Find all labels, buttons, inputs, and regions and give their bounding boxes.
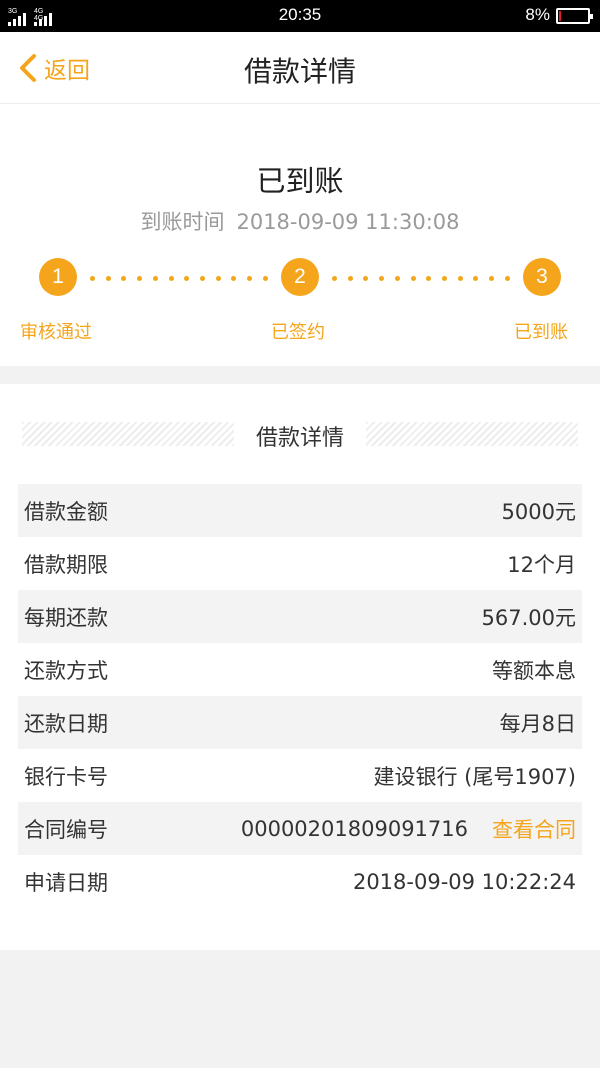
detail-row-method: 还款方式 等额本息 xyxy=(18,643,582,696)
detail-label: 还款日期 xyxy=(24,711,108,736)
contract-number: 00000201809091716 xyxy=(240,816,468,841)
step-circle-3: 3 xyxy=(523,258,561,296)
detail-value: 2018-09-09 10:22:24 xyxy=(352,869,576,894)
detail-row-bank-card: 银行卡号 建设银行 (尾号1907) xyxy=(18,749,582,802)
arrival-time-value: 2018-09-09 11:30:08 xyxy=(236,210,460,234)
step-connector xyxy=(90,276,268,282)
step-circle-2: 2 xyxy=(281,258,319,296)
nav-bar: 返回 借款详情 xyxy=(0,32,600,104)
battery-level xyxy=(559,11,561,21)
detail-row-contract: 合同编号 00000201809091716 查看合同 xyxy=(18,802,582,855)
detail-label: 每期还款 xyxy=(24,605,108,630)
detail-label: 还款方式 xyxy=(24,658,108,683)
detail-row-term: 借款期限 12个月 xyxy=(18,537,582,590)
detail-value: 每月8日 xyxy=(499,711,576,736)
detail-value: 5000元 xyxy=(501,499,576,524)
detail-value: 12个月 xyxy=(507,552,576,577)
detail-label: 借款金额 xyxy=(24,499,108,524)
detail-row-installment: 每期还款 567.00元 xyxy=(18,590,582,643)
battery-icon xyxy=(556,8,593,24)
status-title: 已到账 xyxy=(256,164,344,198)
divider xyxy=(366,422,578,446)
status-bar: 3G 4G 4G 20:35 8% xyxy=(0,0,600,32)
step-label-1: 审核通过 xyxy=(20,322,92,343)
arrival-time: 到账时间 2018-09-09 11:30:08 xyxy=(0,206,600,236)
detail-value: 567.00元 xyxy=(481,605,576,630)
status-time: 20:35 xyxy=(278,5,322,24)
view-contract-link[interactable]: 查看合同 xyxy=(492,814,576,844)
detail-row-repay-date: 还款日期 每月8日 xyxy=(18,696,582,749)
loan-detail-card: 借款详情 借款金额 5000元 借款期限 12个月 每期还款 567.00元 还… xyxy=(0,384,600,950)
detail-label: 合同编号 xyxy=(24,817,108,842)
detail-row-amount: 借款金额 5000元 xyxy=(18,484,582,537)
status-card: 已到账 到账时间 2018-09-09 11:30:08 1 2 3 审核通过 已… xyxy=(0,104,600,366)
step-connector xyxy=(332,276,510,282)
battery-percent: 8% xyxy=(525,5,550,24)
detail-row-apply-date: 申请日期 2018-09-09 10:22:24 xyxy=(18,855,582,908)
detail-value: 建设银行 (尾号1907) xyxy=(373,764,576,789)
arrival-time-label: 到账时间 xyxy=(140,210,225,234)
detail-value: 等额本息 xyxy=(492,658,576,683)
step-label-2: 已签约 xyxy=(271,322,325,343)
step-circle-1: 1 xyxy=(39,258,77,296)
detail-label: 银行卡号 xyxy=(24,764,108,789)
page-title: 借款详情 xyxy=(243,55,356,88)
detail-list: 借款金额 5000元 借款期限 12个月 每期还款 567.00元 还款方式 等… xyxy=(18,484,582,908)
detail-label: 借款期限 xyxy=(24,552,108,577)
section-header: 借款详情 xyxy=(0,420,600,451)
step-label-3: 已到账 xyxy=(514,322,568,343)
detail-label: 申请日期 xyxy=(24,870,108,895)
